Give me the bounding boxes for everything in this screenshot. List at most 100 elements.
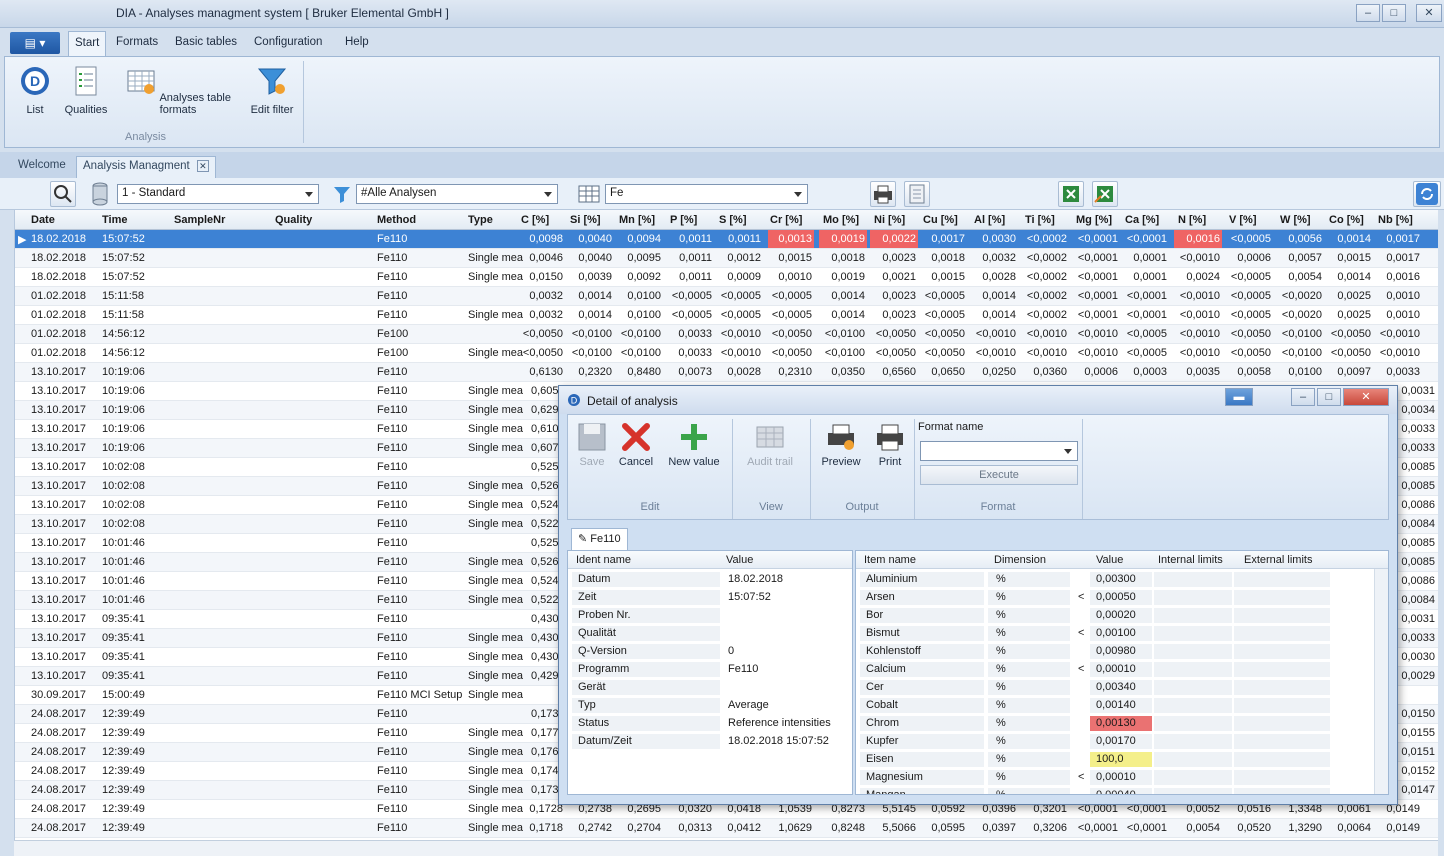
- ident-row[interactable]: Status Reference intensities: [568, 715, 852, 733]
- col-element[interactable]: Cu [%]: [923, 214, 958, 226]
- ident-row[interactable]: Q-Version 0: [568, 643, 852, 661]
- qualities-button[interactable]: Qualities: [61, 65, 111, 116]
- close-button[interactable]: ✕: [1416, 4, 1442, 22]
- item-row[interactable]: Calcium% <0,00010: [856, 661, 1376, 679]
- col-element[interactable]: Ca [%]: [1125, 214, 1159, 226]
- table-row[interactable]: 01.02.2018 15:11:58 Fe110 Single mea 0,0032 0…: [15, 306, 1438, 325]
- item-row[interactable]: Mangan% 0,00040: [856, 787, 1376, 794]
- excel-export-button[interactable]: [1058, 181, 1084, 207]
- item-row[interactable]: Eisen% 100,0: [856, 751, 1376, 769]
- col-element[interactable]: Nb [%]: [1378, 214, 1413, 226]
- item-row[interactable]: Cobalt% 0,00140: [856, 697, 1376, 715]
- ident-row[interactable]: Datum 18.02.2018: [568, 571, 852, 589]
- col-element[interactable]: Al [%]: [974, 214, 1005, 226]
- save-button[interactable]: Save: [574, 421, 610, 468]
- col-samplenr[interactable]: SampleNr: [174, 214, 225, 226]
- item-row[interactable]: Cer% 0,00340: [856, 679, 1376, 697]
- col-element[interactable]: V [%]: [1229, 214, 1257, 226]
- item-row[interactable]: Kohlenstoff% 0,00980: [856, 643, 1376, 661]
- horizontal-scrollbar[interactable]: [14, 840, 1438, 856]
- table-row[interactable]: 01.02.2018 14:56:12 Fe100 <0,0050 <0,0100 <0,…: [15, 325, 1438, 344]
- table-row[interactable]: 18.02.2018 15:07:52 Fe110 Single mea 0,0150 0…: [15, 268, 1438, 287]
- tab-start[interactable]: Start: [68, 31, 107, 56]
- tab-fe110[interactable]: ✎ Fe110: [571, 528, 628, 550]
- item-row[interactable]: Bismut% <0,00100: [856, 625, 1376, 643]
- element-select[interactable]: Fe: [605, 184, 808, 204]
- ident-row[interactable]: Programm Fe110: [568, 661, 852, 679]
- filter-select[interactable]: #Alle Analysen: [356, 184, 558, 204]
- col-time[interactable]: Time: [102, 214, 127, 226]
- item-scrollbar[interactable]: [1374, 569, 1388, 794]
- ident-row[interactable]: Proben Nr.: [568, 607, 852, 625]
- audit-trail-button[interactable]: Audit trail: [738, 421, 802, 468]
- table-row[interactable]: 24.08.2017 12:39:49 Fe110 Single mea 0,1718 0…: [15, 819, 1438, 838]
- col-element[interactable]: Mg [%]: [1076, 214, 1112, 226]
- tab-basic-tables[interactable]: Basic tables: [169, 34, 243, 50]
- item-row[interactable]: Arsen% <0,00050: [856, 589, 1376, 607]
- search-button[interactable]: [50, 181, 76, 207]
- analyses-table-formats-button[interactable]: Analyses table formats: [119, 65, 237, 116]
- col-type[interactable]: Type: [468, 214, 493, 226]
- col-element[interactable]: N [%]: [1178, 214, 1206, 226]
- item-row[interactable]: Bor% 0,00020: [856, 607, 1376, 625]
- table-row[interactable]: ▶ 18.02.2018 15:07:52 Fe110 0,0098 0,0040 0,00…: [15, 230, 1438, 249]
- application-menu-button[interactable]: ▤ ▾: [10, 32, 60, 54]
- ident-row[interactable]: Datum/Zeit 18.02.2018 15:07:52: [568, 733, 852, 751]
- format-select[interactable]: 1 - Standard: [117, 184, 319, 204]
- cell-date: 13.10.2017: [31, 651, 87, 663]
- internal-limit-cell: [1154, 608, 1232, 623]
- print-grid-button[interactable]: [870, 181, 896, 207]
- preview-button[interactable]: Preview: [816, 421, 866, 468]
- table-row[interactable]: 18.02.2018 15:07:52 Fe110 Single mea 0,0046 0…: [15, 249, 1438, 268]
- tab-help[interactable]: Help: [339, 34, 375, 50]
- col-element[interactable]: P [%]: [670, 214, 697, 226]
- col-element[interactable]: Cr [%]: [770, 214, 802, 226]
- table-row[interactable]: 01.02.2018 14:56:12 Fe100 Single mea <0,0050…: [15, 344, 1438, 363]
- ident-row[interactable]: Typ Average: [568, 697, 852, 715]
- ident-row[interactable]: Gerät: [568, 679, 852, 697]
- col-element[interactable]: S [%]: [719, 214, 747, 226]
- col-quality[interactable]: Quality: [275, 214, 312, 226]
- dialog-maximize-button[interactable]: □: [1317, 388, 1341, 406]
- col-element[interactable]: Mn [%]: [619, 214, 655, 226]
- dialog-close-button[interactable]: ✕: [1343, 388, 1389, 406]
- item-row[interactable]: Kupfer% 0,00170: [856, 733, 1376, 751]
- cancel-button[interactable]: Cancel: [616, 421, 656, 468]
- col-element[interactable]: Co [%]: [1329, 214, 1364, 226]
- table-row[interactable]: 01.02.2018 15:11:58 Fe110 0,0032 0,0014 0,010…: [15, 287, 1438, 306]
- dialog-minimize-button[interactable]: –: [1291, 388, 1315, 406]
- print-button[interactable]: Print: [870, 421, 910, 468]
- list-button[interactable]: D List: [17, 65, 53, 116]
- item-row[interactable]: Chrom% 0,00130: [856, 715, 1376, 733]
- col-element[interactable]: C [%]: [521, 214, 549, 226]
- tab-formats[interactable]: Formats: [110, 34, 164, 50]
- format-name-select[interactable]: [920, 441, 1078, 461]
- col-date[interactable]: Date: [31, 214, 55, 226]
- maximize-button[interactable]: □: [1382, 4, 1406, 22]
- close-tab-icon[interactable]: ✕: [196, 160, 209, 172]
- col-element[interactable]: Ni [%]: [874, 214, 905, 226]
- excel-export-all-button[interactable]: [1092, 181, 1118, 207]
- tab-welcome[interactable]: Welcome: [12, 156, 72, 178]
- refresh-button[interactable]: [1413, 181, 1441, 207]
- ident-row[interactable]: Zeit 15:07:52: [568, 589, 852, 607]
- tab-configuration[interactable]: Configuration: [248, 34, 328, 50]
- execute-button[interactable]: Execute: [920, 465, 1078, 485]
- cell-type: Single mea: [468, 309, 524, 321]
- new-value-button[interactable]: New value: [664, 421, 724, 468]
- report-button[interactable]: [904, 181, 930, 207]
- col-element[interactable]: W [%]: [1280, 214, 1311, 226]
- item-row[interactable]: Aluminium% 0,00300: [856, 571, 1376, 589]
- col-element[interactable]: Mo [%]: [823, 214, 859, 226]
- table-row[interactable]: 13.10.2017 10:19:06 Fe110 0,6130 0,2320 0,848…: [15, 363, 1438, 382]
- col-element[interactable]: Ti [%]: [1025, 214, 1055, 226]
- edit-filter-button[interactable]: Edit filter: [245, 65, 299, 116]
- item-row[interactable]: Magnesium% <0,00010: [856, 769, 1376, 787]
- minimize-button[interactable]: –: [1356, 4, 1380, 22]
- tab-analysis-managment[interactable]: Analysis Managment ✕: [76, 156, 216, 178]
- dialog-pin-button[interactable]: ▬: [1225, 388, 1253, 406]
- ident-name: Proben Nr.: [578, 609, 631, 621]
- col-element[interactable]: Si [%]: [570, 214, 601, 226]
- ident-row[interactable]: Qualität: [568, 625, 852, 643]
- col-method[interactable]: Method: [377, 214, 416, 226]
